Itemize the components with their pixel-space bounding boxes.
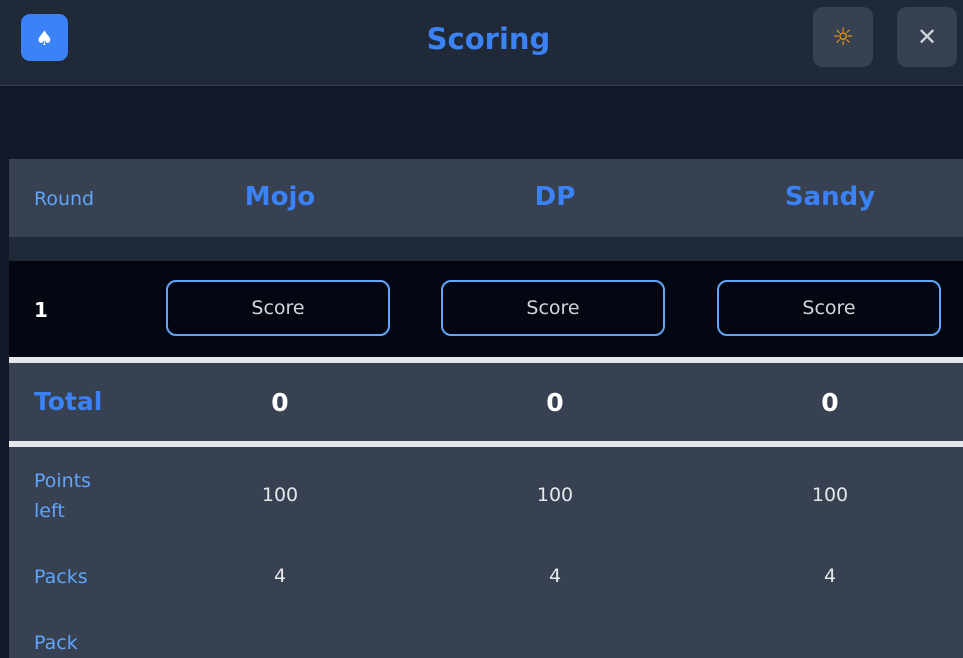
packs-value: 4 bbox=[823, 565, 837, 587]
pack-label: Pack bbox=[34, 632, 78, 654]
score-input[interactable]: Score bbox=[717, 280, 941, 336]
score-placeholder: Score bbox=[251, 297, 305, 319]
sun-icon: ☼ bbox=[832, 23, 854, 51]
score-input[interactable]: Score bbox=[166, 280, 390, 336]
table-row: 1 Score Score Score bbox=[9, 261, 963, 357]
total-value: 0 bbox=[821, 388, 839, 417]
left-edge bbox=[0, 0, 9, 658]
total-row: Total 0 0 0 bbox=[9, 363, 963, 441]
spacer bbox=[9, 86, 963, 159]
table-header-row: Round Mojo DP Sandy bbox=[9, 159, 963, 237]
spacer bbox=[9, 237, 963, 261]
points-left-label: Points left bbox=[34, 470, 92, 522]
close-button[interactable]: ✕ bbox=[897, 7, 957, 67]
theme-toggle-button[interactable]: ☼ bbox=[813, 7, 873, 67]
player-name: Sandy bbox=[784, 182, 876, 212]
packs-value: 4 bbox=[273, 565, 287, 587]
score-placeholder: Score bbox=[802, 297, 856, 319]
packs-value: 4 bbox=[548, 565, 562, 587]
player-name: DP bbox=[534, 182, 576, 212]
round-column-header: Round bbox=[34, 188, 95, 210]
round-number: 1 bbox=[34, 298, 48, 322]
total-label: Total bbox=[34, 387, 103, 416]
close-icon: ✕ bbox=[916, 23, 938, 51]
points-left-value: 100 bbox=[811, 484, 849, 506]
app-header: ♠ Scoring ☼ ✕ bbox=[0, 0, 963, 86]
points-left-value: 100 bbox=[261, 484, 299, 506]
stats-section: Points left 100 100 100 Packs 4 4 4 Pack bbox=[9, 447, 963, 658]
player-name: Mojo bbox=[244, 182, 316, 212]
total-value: 0 bbox=[271, 388, 289, 417]
packs-label: Packs bbox=[34, 566, 88, 588]
total-value: 0 bbox=[546, 388, 564, 417]
score-placeholder: Score bbox=[526, 297, 580, 319]
points-left-value: 100 bbox=[536, 484, 574, 506]
score-input[interactable]: Score bbox=[441, 280, 665, 336]
